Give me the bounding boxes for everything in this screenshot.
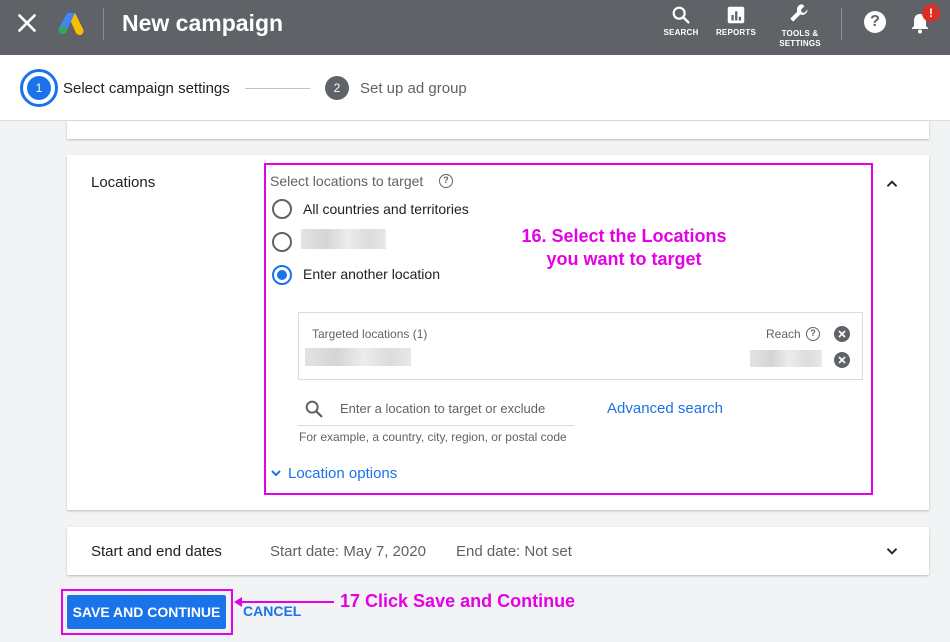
remove-all-icon[interactable] (834, 326, 850, 342)
location-options-link[interactable]: Location options (288, 465, 397, 482)
reports-icon (727, 6, 745, 24)
chevron-down-icon[interactable] (268, 465, 284, 481)
location-search-input[interactable]: Enter a location to target or exclude (340, 401, 545, 416)
reach-header: Reach (766, 327, 801, 341)
save-and-continue-button[interactable]: SAVE AND CONTINUE (67, 595, 226, 629)
start-date-text: Start date: May 7, 2020 (270, 543, 426, 560)
tools-settings-button[interactable]: TOOLS & SETTINGS (778, 1, 822, 49)
dates-chevron-down-icon[interactable] (883, 542, 901, 560)
page-title: New campaign (122, 10, 284, 36)
redacted-country-label (301, 229, 386, 249)
reach-help-icon[interactable]: ? (806, 327, 820, 341)
stepper-connector (245, 88, 310, 89)
remove-location-icon[interactable] (834, 352, 850, 368)
step-1-number[interactable]: 1 (27, 76, 51, 100)
annotation-step-17: 17 Click Save and Continue (340, 591, 576, 611)
radio-enter-another-location[interactable] (272, 265, 292, 285)
close-icon[interactable] (14, 10, 40, 36)
annotation-arrow-icon (234, 597, 334, 607)
reports-tool-button[interactable]: REPORTS (715, 4, 757, 38)
topbar-divider-right (841, 8, 842, 40)
locations-title: Locations (91, 174, 156, 191)
advanced-search-link[interactable]: Advanced search (607, 400, 723, 417)
step-2-number[interactable]: 2 (325, 76, 349, 100)
tools-label-line2: SETTINGS (779, 39, 821, 48)
topbar-divider (103, 8, 104, 40)
chevron-up-icon[interactable] (883, 175, 901, 193)
annotation-step-16-line1: 16. Select the Locations (521, 226, 727, 246)
radio-all-countries[interactable] (272, 199, 292, 219)
google-ads-logo-icon (58, 13, 84, 35)
top-app-bar: New campaign SEARCH REPORTS TOOLS & SETT… (0, 0, 950, 55)
wrench-icon (790, 4, 808, 22)
targeted-locations-header: Targeted locations (1) (312, 327, 428, 341)
annotation-step-16: 16. Select the Locations you want to tar… (500, 225, 748, 271)
dates-title: Start and end dates (91, 543, 222, 560)
locations-prompt: Select locations to target (270, 173, 424, 189)
search-tool-label: SEARCH (663, 28, 699, 37)
location-helper-text: For example, a country, city, region, or… (299, 430, 567, 444)
notification-badge: ! (922, 4, 940, 22)
tools-label-line1: TOOLS & (781, 29, 819, 38)
step-2-label[interactable]: Set up ad group (360, 80, 467, 97)
help-icon[interactable]: ? (864, 11, 886, 33)
location-search-icon (305, 400, 323, 418)
redacted-reach-value (750, 350, 822, 367)
annotation-step-16-line2: you want to target (546, 249, 702, 269)
search-icon (672, 6, 690, 24)
search-underline (298, 425, 574, 426)
reports-tool-label: REPORTS (715, 28, 757, 37)
redacted-targeted-location (305, 348, 411, 366)
end-date-text: End date: Not set (456, 543, 572, 560)
radio-enter-another-location-label: Enter another location (303, 266, 440, 282)
radio-redacted-country[interactable] (272, 232, 292, 252)
step-1-label[interactable]: Select campaign settings (63, 80, 230, 97)
search-tool-button[interactable]: SEARCH (663, 4, 699, 38)
help-question-icon[interactable]: ? (439, 174, 453, 188)
targeted-locations-panel (298, 312, 863, 380)
radio-all-countries-label: All countries and territories (303, 201, 469, 217)
campaign-stepper: 1 Select campaign settings 2 Set up ad g… (0, 55, 950, 121)
previous-section-card (67, 121, 929, 139)
